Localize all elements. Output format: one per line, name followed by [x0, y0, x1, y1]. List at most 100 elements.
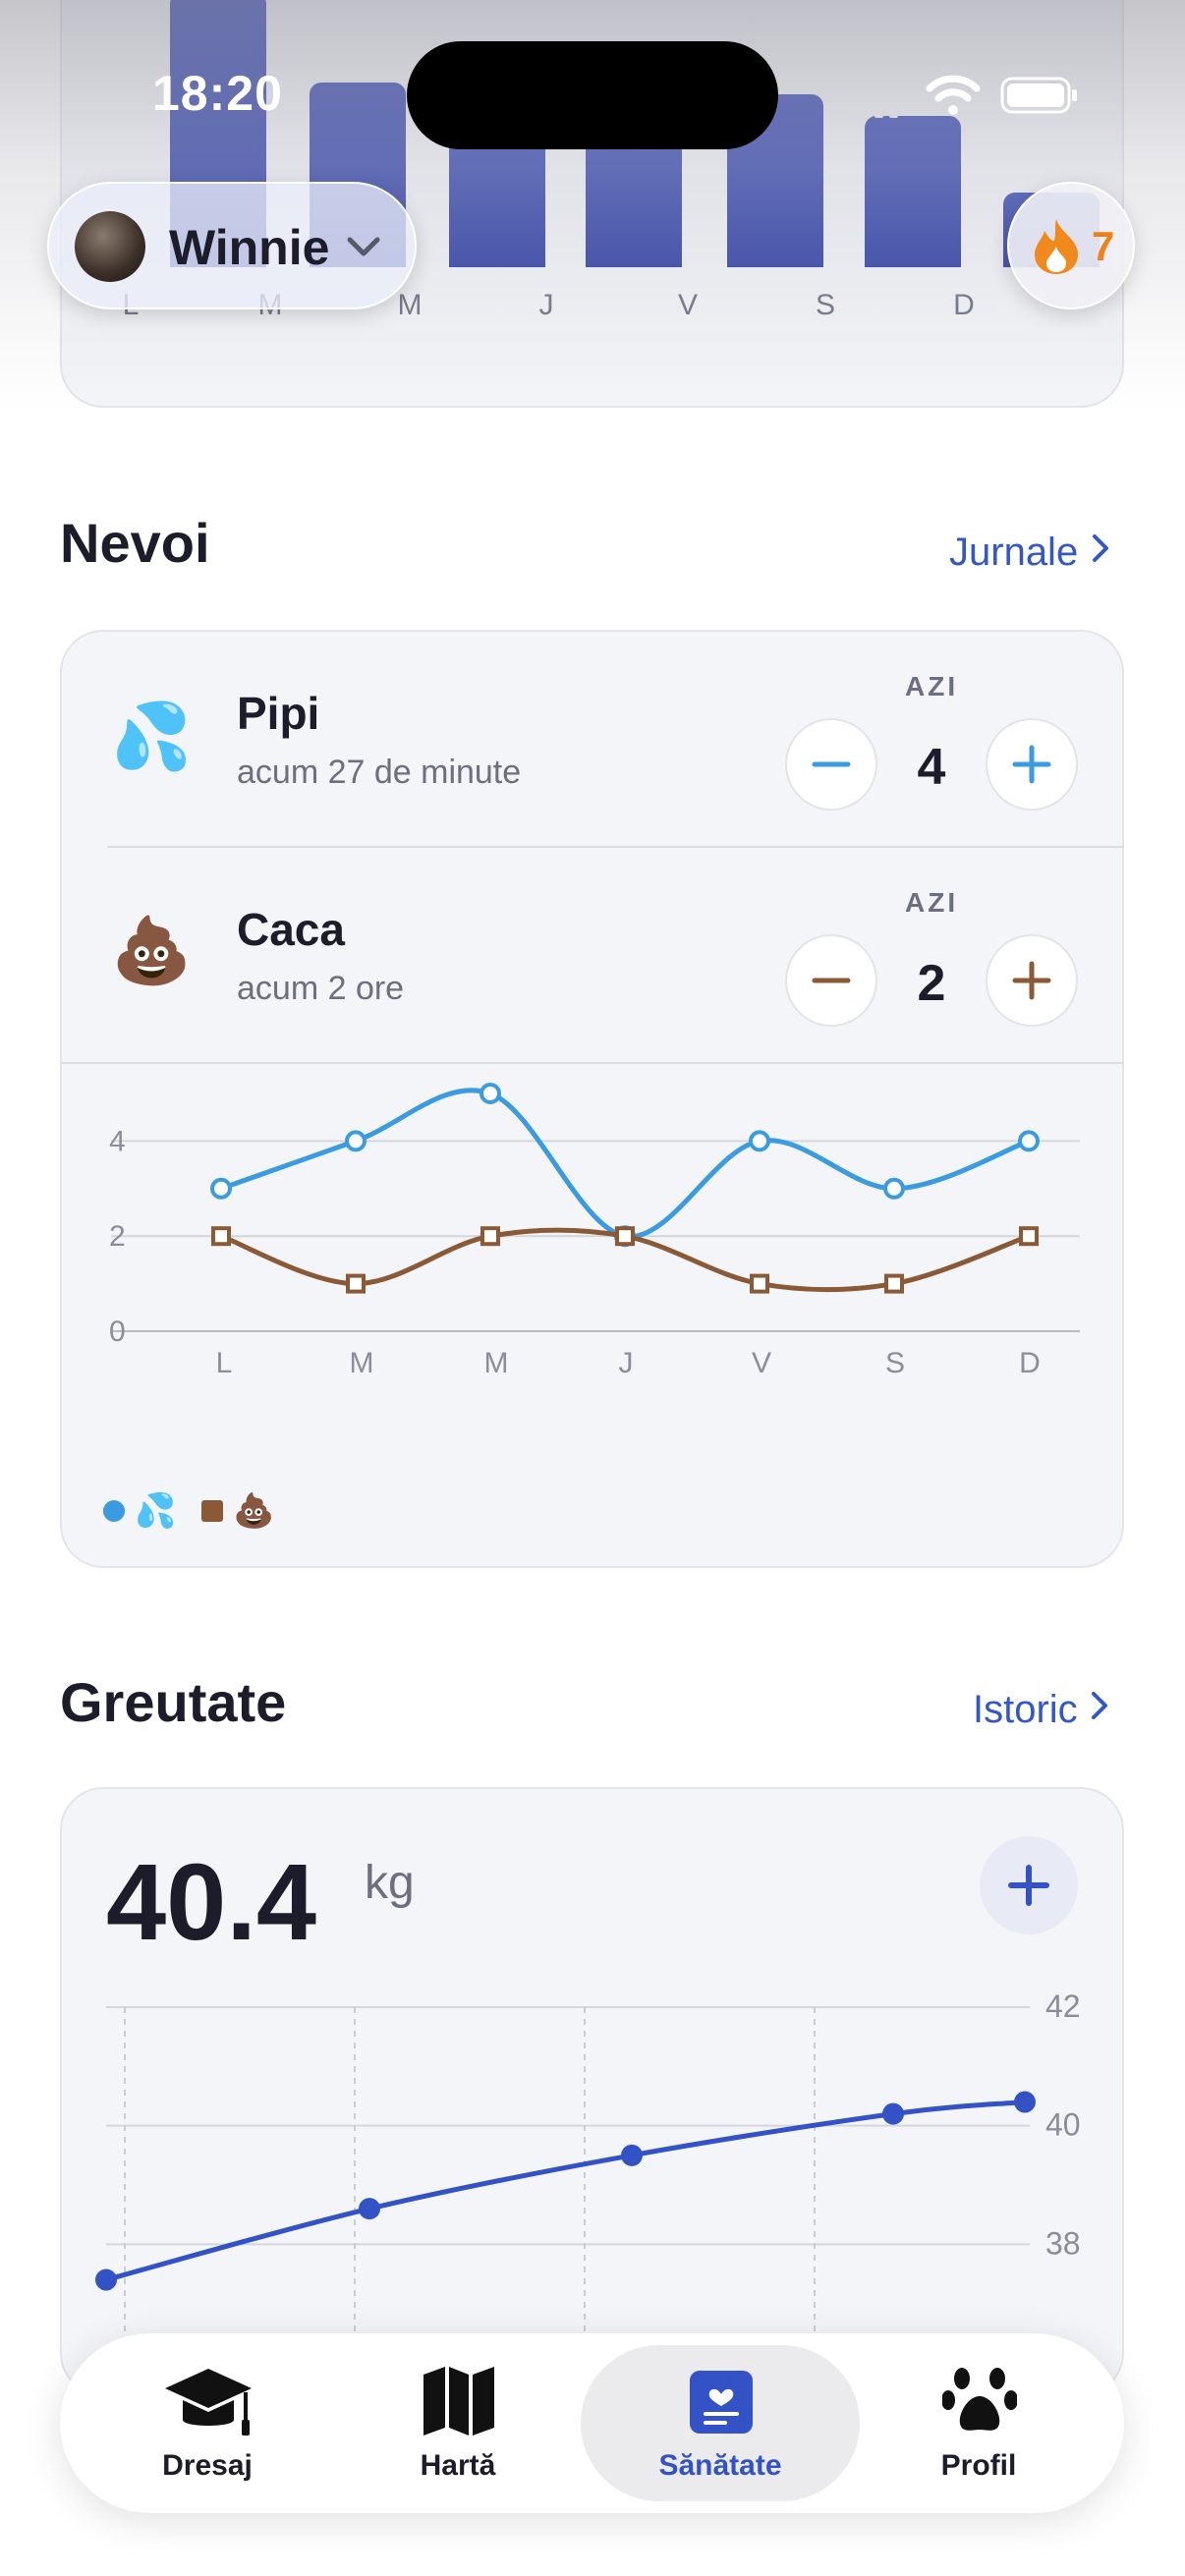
- y-tick-label: 2: [109, 1220, 126, 1253]
- weight-title: Greutate: [60, 1671, 287, 1733]
- legend-caca-square: [201, 1500, 224, 1522]
- weight-card: 40.4 kg 42403836: [60, 1787, 1124, 2396]
- streak-count: 7: [1092, 223, 1115, 269]
- map-icon: [423, 2367, 494, 2436]
- row-divider: [107, 846, 1124, 848]
- plus-icon: [1012, 961, 1051, 1000]
- wifi-icon: [926, 75, 981, 115]
- weight-point: [359, 2198, 380, 2220]
- dynamic-island: [407, 41, 778, 149]
- pet-name: Winnie: [169, 220, 330, 275]
- need-name-pipi: Pipi: [237, 688, 320, 739]
- count-caca: 2: [917, 955, 946, 1012]
- weight-unit: kg: [365, 1857, 415, 1909]
- add-weight-button[interactable]: [980, 1836, 1078, 1934]
- series-line: [220, 1088, 1030, 1239]
- weight-line: [105, 2100, 1026, 2282]
- legend-caca-label: 💩: [233, 1492, 275, 1530]
- health-record-icon: [690, 2371, 753, 2434]
- tab-profil[interactable]: Profil: [846, 2333, 1111, 2513]
- needs-legend: 💦 💩: [103, 1486, 275, 1536]
- y-tick-label: 40: [1045, 2107, 1081, 2143]
- data-point-caca: [884, 1273, 904, 1294]
- paw-icon: [942, 2368, 1017, 2431]
- weight-point: [882, 2102, 904, 2125]
- history-link[interactable]: Istoric: [973, 1688, 1111, 1732]
- streak-badge[interactable]: 7: [1007, 182, 1135, 309]
- data-point-pipi: [883, 1177, 905, 1200]
- chevron-down-icon: [347, 237, 380, 256]
- today-label-caca: AZI: [905, 887, 959, 918]
- need-name-caca: Caca: [237, 904, 345, 955]
- y-tick-label: 38: [1045, 2225, 1081, 2261]
- tab-dresaj[interactable]: Dresaj: [75, 2333, 340, 2513]
- need-last-caca: acum 2 ore: [237, 970, 405, 1007]
- x-tick-label: L: [216, 1347, 233, 1379]
- x-tick-label: D: [1019, 1347, 1041, 1379]
- graduation-cap-icon: [165, 2369, 252, 2436]
- increment-caca-button[interactable]: [986, 934, 1078, 1027]
- minus-icon: [812, 978, 851, 983]
- x-tick-label: S: [885, 1347, 905, 1379]
- water-drops-icon: 💦: [111, 700, 193, 772]
- data-point-caca: [615, 1226, 635, 1247]
- tab-harta[interactable]: Hartă: [325, 2333, 591, 2513]
- x-tick-label: M: [484, 1347, 509, 1379]
- logs-link[interactable]: Jurnale: [949, 531, 1112, 575]
- needs-title: Nevoi: [60, 512, 210, 574]
- status-time: 18:20: [152, 66, 283, 121]
- weight-point: [95, 2268, 117, 2291]
- tab-label-dresaj: Dresaj: [162, 2449, 253, 2482]
- legend-pipi-label: 💦: [135, 1492, 177, 1530]
- pet-selector[interactable]: Winnie: [47, 182, 417, 309]
- logs-link-label: Jurnale: [949, 531, 1079, 574]
- y-tick-label: 42: [1045, 1988, 1081, 2024]
- decrement-caca-button[interactable]: [785, 934, 877, 1027]
- need-last-pipi: acum 27 de minute: [237, 754, 522, 791]
- data-point-pipi: [210, 1177, 232, 1200]
- weekly-bar: [865, 116, 961, 267]
- needs-chart: 0 2 4 L M M J V S D: [109, 1083, 1080, 1379]
- flame-icon: [1035, 219, 1078, 274]
- increment-pipi-button[interactable]: [986, 718, 1078, 811]
- tab-sanatate[interactable]: Sănătate: [588, 2333, 853, 2513]
- data-point-caca: [211, 1226, 231, 1247]
- y-tick-label: 4: [109, 1125, 126, 1157]
- weekly-bar-day-label: D: [953, 289, 975, 321]
- battery-icon: [1000, 77, 1077, 114]
- count-pipi: 4: [917, 739, 946, 796]
- x-tick-label: M: [350, 1347, 374, 1379]
- weight-point: [621, 2144, 643, 2166]
- weight-point: [1014, 2091, 1036, 2113]
- decrement-pipi-button[interactable]: [785, 718, 877, 811]
- data-point-pipi: [749, 1130, 770, 1152]
- data-point-pipi: [345, 1130, 367, 1152]
- data-point-caca: [1019, 1226, 1039, 1247]
- y-tick-label: 0: [109, 1316, 126, 1348]
- data-point-caca: [346, 1273, 366, 1294]
- tab-label-sanatate: Sănătate: [658, 2449, 782, 2482]
- data-point-caca: [750, 1273, 769, 1294]
- chevron-right-icon: [1092, 1692, 1108, 1719]
- data-point-pipi: [480, 1083, 501, 1104]
- tab-label-profil: Profil: [940, 2449, 1017, 2482]
- data-point-pipi: [1018, 1130, 1040, 1152]
- minus-icon: [812, 761, 851, 767]
- x-tick-label: V: [752, 1347, 771, 1379]
- plus-icon: [1012, 745, 1051, 784]
- tab-label-harta: Hartă: [420, 2449, 496, 2482]
- weight-value: 40.4: [106, 1842, 317, 1963]
- pet-avatar: [75, 211, 145, 282]
- data-point-caca: [480, 1226, 500, 1247]
- chevron-right-icon: [1092, 534, 1108, 562]
- today-label-pipi: AZI: [905, 671, 959, 701]
- needs-card: 💦 Pipi acum 27 de minute AZI 4 💩 Caca ac…: [60, 630, 1124, 1568]
- history-link-label: Istoric: [973, 1688, 1078, 1731]
- weekly-bar-day-label: S: [815, 289, 835, 321]
- tab-bar: Dresaj Hartă Sănătate Profil: [60, 2333, 1124, 2513]
- plus-icon: [1008, 1865, 1049, 1906]
- weekly-bar-day-label: J: [538, 289, 554, 321]
- poop-icon: 💩: [111, 914, 193, 986]
- signal-icon: [845, 108, 898, 118]
- weekly-bar-day-label: V: [677, 289, 698, 321]
